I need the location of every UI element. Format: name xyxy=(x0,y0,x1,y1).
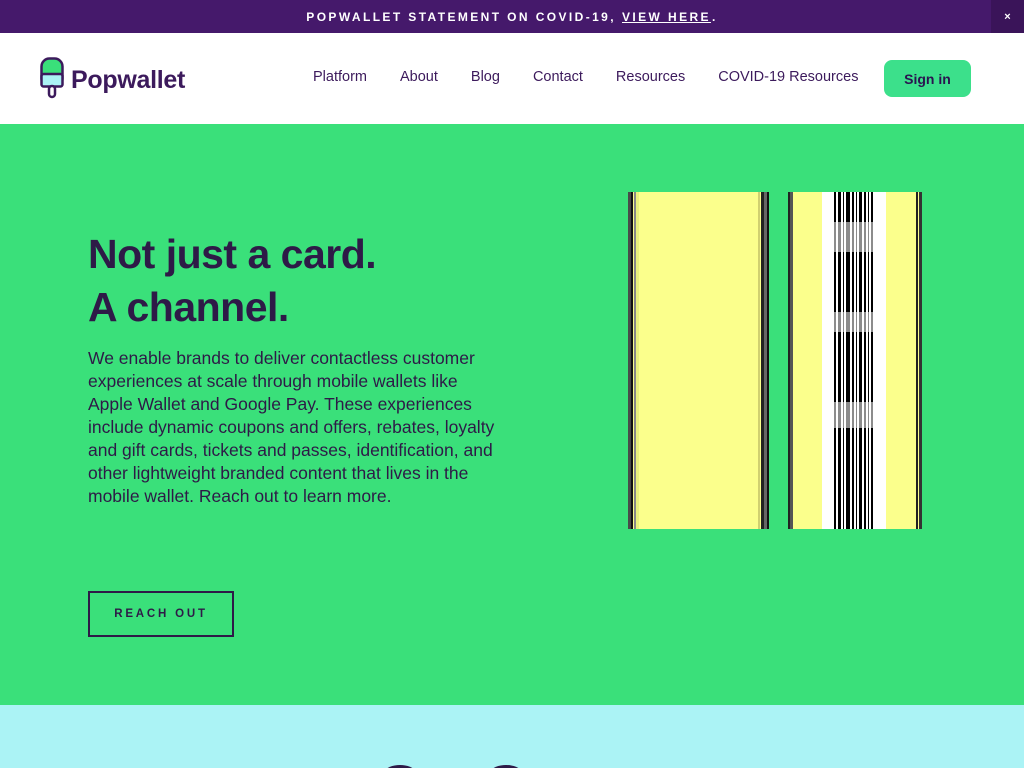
nav-platform[interactable]: Platform xyxy=(313,69,367,85)
main-nav: Platform About Blog Contact Resources CO… xyxy=(313,69,858,85)
wallet-card-left xyxy=(628,192,771,529)
site-header: Popwallet Platform About Blog Contact Re… xyxy=(0,33,1024,124)
hero-title-line-1: Not just a card. xyxy=(88,231,377,277)
announcement-bar: POPWALLET STATEMENT ON COVID-19, VIEW HE… xyxy=(0,0,1024,33)
hero-section: Not just a card. A channel. We enable br… xyxy=(0,124,1024,705)
close-icon: × xyxy=(1004,10,1011,23)
announcement-text: POPWALLET STATEMENT ON COVID-19, xyxy=(306,9,616,24)
sign-in-button[interactable]: Sign in xyxy=(884,60,971,97)
brand-name: Popwallet xyxy=(71,66,185,94)
close-announcement-button[interactable]: × xyxy=(991,0,1024,33)
nav-contact[interactable]: Contact xyxy=(533,69,583,85)
hero-description: We enable brands to deliver contactless … xyxy=(88,348,495,506)
nav-covid-resources[interactable]: COVID-19 Resources xyxy=(718,69,858,85)
hero-title: Not just a card. A channel. xyxy=(88,228,377,334)
wallet-cards-image xyxy=(628,192,928,529)
announcement-view-link[interactable]: VIEW HERE xyxy=(622,10,711,24)
hero-title-line-2: A channel. xyxy=(88,284,289,330)
announcement-suffix: . xyxy=(711,9,718,24)
next-section xyxy=(0,705,1024,768)
reach-out-button[interactable]: REACH OUT xyxy=(88,591,234,637)
wallet-card-right xyxy=(788,192,928,529)
nav-resources[interactable]: Resources xyxy=(616,69,685,85)
brand-logo-link[interactable]: Popwallet xyxy=(40,57,185,104)
nav-blog[interactable]: Blog xyxy=(471,69,500,85)
popsicle-logo-icon xyxy=(40,57,64,104)
nav-about[interactable]: About xyxy=(400,69,438,85)
